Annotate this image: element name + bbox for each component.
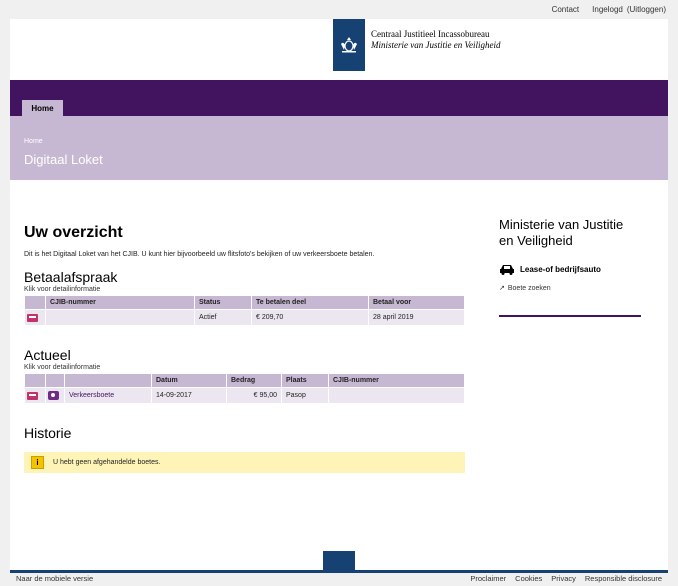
table-row[interactable]: Actief € 209,70 28 april 2019	[25, 310, 464, 325]
table-header: CJIB-nummer	[46, 296, 194, 309]
main-nav: Home	[10, 80, 668, 116]
actueel-hint: Klik voor detailinformatie	[24, 364, 101, 371]
table-header: Status	[195, 296, 251, 309]
table-header-icon	[25, 374, 45, 387]
footer: Naar de mobiele versie Proclaimer Cookie…	[16, 574, 662, 583]
betaal-hint: Klik voor detailinformatie	[24, 286, 101, 293]
coat-of-arms-icon	[333, 19, 365, 71]
page-header: Home Digitaal Loket	[10, 116, 668, 180]
sidebar: Ministerie van Justitie en Veiligheid Le…	[499, 217, 641, 317]
betaalafspraak-heading: Betaalafspraak	[24, 269, 118, 285]
rijksoverheid-logo[interactable]: Centraal Justitieel Incassobureau Minist…	[333, 19, 500, 71]
table-header-icon	[25, 296, 45, 309]
logo-org-name: Centraal Justitieel Incassobureau	[371, 29, 490, 39]
footer-tab	[323, 551, 355, 570]
table-header: Bedrag	[227, 374, 281, 387]
breadcrumb[interactable]: Home	[24, 138, 43, 145]
footer-link-responsible-disclosure[interactable]: Responsible disclosure	[585, 574, 662, 583]
table-header: CJIB-nummer	[329, 374, 464, 387]
mobile-version-link[interactable]: Naar de mobiele versie	[16, 574, 93, 583]
date-cell: 28 april 2019	[369, 310, 464, 325]
table-header: Betaal voor	[369, 296, 464, 309]
footer-link-proclaimer[interactable]: Proclaimer	[470, 574, 506, 583]
payment-card-icon	[27, 391, 38, 400]
historie-notice: i U hebt geen afgehandelde boetes.	[24, 452, 465, 473]
sidebar-divider	[499, 315, 641, 317]
page-title: Digitaal Loket	[24, 152, 103, 167]
contact-link[interactable]: Contact	[552, 5, 580, 14]
camera-icon[interactable]	[48, 391, 59, 400]
top-utility-bar: Contact Ingelogd (Uitloggen)	[0, 0, 678, 19]
logo-ministry-name: Ministerie van Justitie en Veiligheid	[371, 40, 501, 50]
table-header: Te betalen deel	[252, 296, 368, 309]
intro-text: Dit is het Digitaal Loket van het CJIB. …	[24, 251, 375, 258]
cjib-number-cell	[46, 310, 194, 325]
boete-zoeken-link[interactable]: ↗ Boete zoeken	[499, 284, 641, 293]
table-header: Plaats	[282, 374, 328, 387]
table-row[interactable]: Verkeersboete 14-09-2017 € 95,00 Pasop	[25, 388, 464, 403]
actueel-heading: Actueel	[24, 347, 71, 363]
amount-cell: € 95,00	[227, 388, 281, 403]
lease-link[interactable]: Lease-of bedrijfsauto	[499, 264, 641, 275]
actueel-table: Datum Bedrag Plaats CJIB-nummer Verkeers…	[24, 373, 465, 404]
betaalafspraak-table: CJIB-nummer Status Te betalen deel Betaa…	[24, 295, 465, 326]
verkeersboete-link[interactable]: Verkeersboete	[69, 392, 114, 399]
date-cell: 14-09-2017	[152, 388, 226, 403]
tab-home[interactable]: Home	[22, 100, 63, 116]
table-header-row: CJIB-nummer Status Te betalen deel Betaa…	[25, 296, 464, 309]
footer-link-privacy[interactable]: Privacy	[551, 574, 576, 583]
payment-card-icon	[27, 313, 38, 322]
footer-link-cookies[interactable]: Cookies	[515, 574, 542, 583]
lease-link-label: Lease-of bedrijfsauto	[520, 265, 601, 274]
table-header: Datum	[152, 374, 226, 387]
historie-notice-text: U hebt geen afgehandelde boetes.	[53, 459, 161, 466]
table-header-row: Datum Bedrag Plaats CJIB-nummer	[25, 374, 464, 387]
info-icon: i	[31, 456, 44, 469]
external-link-icon: ↗	[499, 285, 505, 292]
logout-link[interactable]: (Uitloggen)	[627, 5, 666, 14]
sidebar-ministry-title: Ministerie van Justitie en Veiligheid	[499, 217, 624, 248]
amount-cell: € 209,70	[252, 310, 368, 325]
main-content: Uw overzicht Dit is het Digitaal Loket v…	[24, 224, 465, 473]
table-header-blank	[65, 374, 151, 387]
footer-divider	[10, 570, 668, 573]
boete-zoeken-label: Boete zoeken	[507, 284, 551, 292]
car-icon	[500, 265, 514, 275]
overview-heading: Uw overzicht	[24, 224, 123, 241]
place-cell: Pasop	[282, 388, 328, 403]
table-header-icon	[46, 374, 64, 387]
historie-heading: Historie	[24, 425, 72, 441]
cjib-number-cell	[329, 388, 464, 403]
logged-in-label: Ingelogd	[592, 5, 623, 14]
status-cell: Actief	[195, 310, 251, 325]
